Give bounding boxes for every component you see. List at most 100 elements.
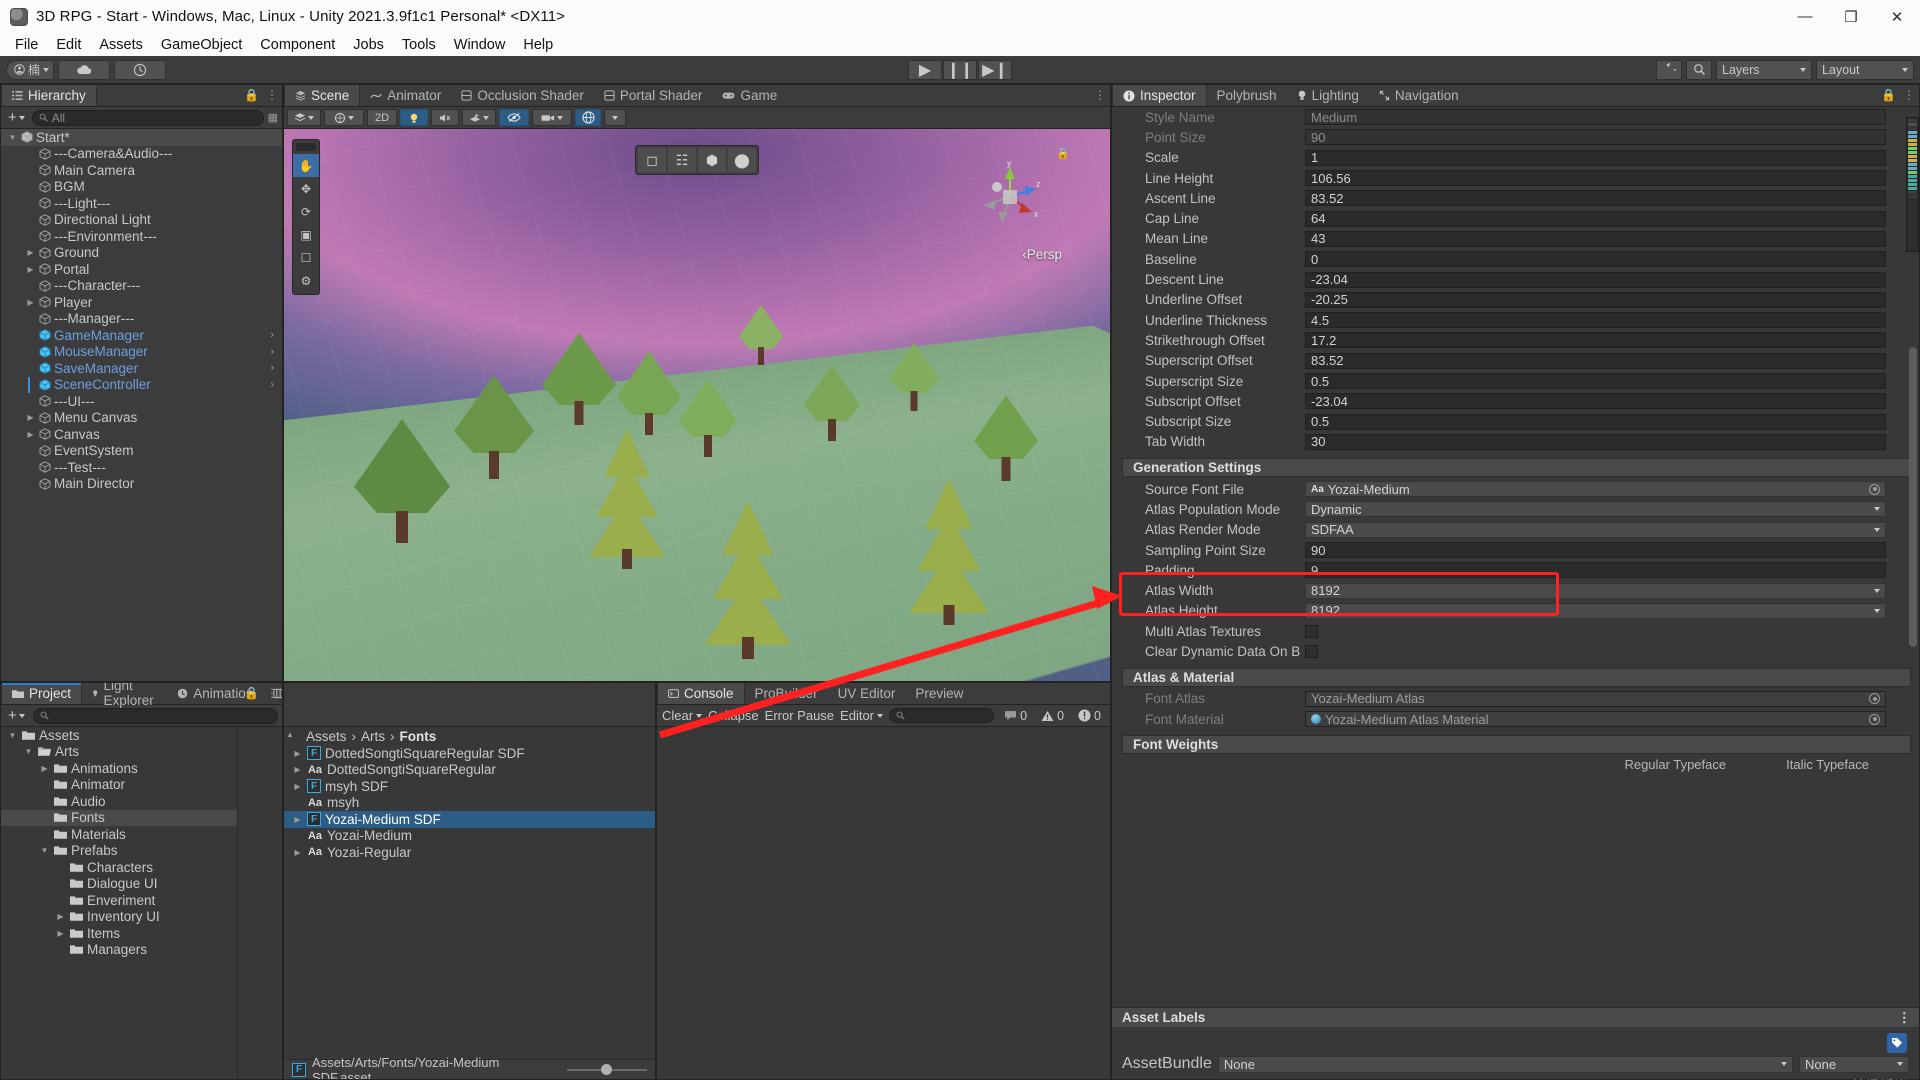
hierarchy-item-eventsystem[interactable]: EventSystem: [1, 443, 282, 460]
disclosure-triangle-icon[interactable]: ▶: [55, 912, 66, 921]
tab-game[interactable]: Game: [712, 85, 788, 106]
scene-visibility-toggle[interactable]: [499, 109, 529, 126]
hierarchy-item-canvas[interactable]: ▶ Canvas: [1, 426, 282, 443]
hierarchy-item-player[interactable]: ▶ Player: [1, 294, 282, 311]
asset-item[interactable]: Aa msyh: [284, 795, 655, 812]
hierarchy-item-maindirector[interactable]: Main Director: [1, 476, 282, 493]
property-dropdown[interactable]: 8192: [1305, 582, 1886, 599]
tab-console[interactable]: Console: [657, 683, 745, 704]
minimize-button[interactable]: —: [1782, 0, 1828, 33]
hierarchy-item-light[interactable]: ---Light---: [1, 195, 282, 212]
menu-file[interactable]: File: [6, 35, 47, 55]
hierarchy-item-mousemanager[interactable]: MouseManager ›: [1, 344, 282, 361]
cloud-button[interactable]: [58, 59, 111, 80]
box-icon[interactable]: ⬢: [698, 148, 726, 172]
property-value-field[interactable]: 30: [1305, 433, 1886, 450]
shape-icon[interactable]: ⬤: [728, 148, 756, 172]
menu-component[interactable]: Component: [251, 35, 344, 55]
disclosure-triangle-icon[interactable]: ▼: [23, 747, 34, 756]
object-picker-icon[interactable]: [1869, 713, 1880, 725]
lock-icon[interactable]: 🔒: [1881, 88, 1896, 102]
project-folder-animations[interactable]: ▶ Animations: [1, 760, 237, 777]
hierarchy-filter-icon[interactable]: ▦: [268, 111, 278, 124]
project-scroll-up-icon[interactable]: ▲: [284, 727, 296, 739]
close-button[interactable]: ✕: [1874, 0, 1920, 33]
console-clear-button[interactable]: Clear: [662, 708, 703, 723]
layers-dropdown[interactable]: Layers: [1716, 59, 1812, 80]
maximize-button[interactable]: ❐: [1828, 0, 1874, 33]
scene-gizmos-toggle[interactable]: [575, 109, 601, 126]
collab-button[interactable]: [114, 59, 167, 80]
disclosure-triangle-icon[interactable]: ▶: [39, 764, 50, 773]
hierarchy-item-manager[interactable]: ---Manager---: [1, 311, 282, 328]
disclosure-triangle-icon[interactable]: ▼: [7, 133, 18, 142]
hierarchy-item-ui[interactable]: ---UI---: [1, 393, 282, 410]
object-picker-icon[interactable]: [1869, 483, 1880, 495]
chevron-right-icon[interactable]: ›: [270, 346, 274, 358]
menu-jobs[interactable]: Jobs: [344, 35, 393, 55]
rect-tool-button[interactable]: ☐: [293, 246, 319, 269]
tool-palette-handle[interactable]: [296, 143, 316, 151]
scrollbar-thumb[interactable]: [1909, 347, 1917, 647]
object-field[interactable]: Yozai-Medium Atlas Material: [1305, 711, 1886, 728]
asset-item[interactable]: ▶ Aa Yozai-Regular: [284, 844, 655, 861]
scene-camera-button[interactable]: [532, 109, 572, 126]
atlas-material-header[interactable]: Atlas & Material: [1122, 667, 1911, 687]
chevron-right-icon[interactable]: ›: [270, 362, 274, 374]
disclosure-triangle-icon[interactable]: ▶: [25, 430, 36, 439]
disclosure-triangle-icon[interactable]: ▼: [7, 731, 18, 740]
scene-audio-toggle[interactable]: [431, 109, 459, 126]
scene-lighting-toggle[interactable]: [400, 109, 428, 126]
project-folder-inventoryui[interactable]: ▶ Inventory UI: [1, 909, 237, 926]
menu-gameobject[interactable]: GameObject: [152, 35, 251, 55]
disclosure-triangle-icon[interactable]: ▶: [25, 248, 36, 257]
console-editor-dropdown[interactable]: Editor: [840, 708, 884, 723]
project-folder-enveriment[interactable]: Enveriment: [1, 892, 237, 909]
property-value-field[interactable]: 9: [1305, 562, 1886, 579]
property-value-field[interactable]: 17.2: [1305, 332, 1886, 349]
project-folder-prefabs[interactable]: ▼ Prefabs: [1, 843, 237, 860]
object-picker-icon[interactable]: [1869, 693, 1880, 705]
project-folder-managers[interactable]: Managers: [1, 942, 237, 959]
disclosure-triangle-icon[interactable]: ▶: [25, 413, 36, 422]
project-folder-tree[interactable]: ▼ Assets ▼ Arts ▶ Animations Animator Audio Font…: [1, 727, 238, 1079]
hierarchy-item-menucanvas[interactable]: ▶ Menu Canvas: [1, 410, 282, 427]
disclosure-triangle-icon[interactable]: ▶: [55, 929, 66, 938]
project-folder-assets[interactable]: ▼ Assets: [1, 727, 237, 744]
kebab-menu-icon[interactable]: ⋮: [1903, 88, 1915, 102]
hierarchy-item-savemanager[interactable]: SaveManager ›: [1, 360, 282, 377]
hierarchy-item-cameraaudio[interactable]: ---Camera&Audio---: [1, 146, 282, 163]
scale-tool-button[interactable]: ▣: [293, 223, 319, 246]
kebab-menu-icon[interactable]: ⋮: [1094, 88, 1106, 102]
asset-item[interactable]: Aa Yozai-Medium: [284, 828, 655, 845]
hierarchy-item-portal[interactable]: ▶ Portal: [1, 261, 282, 278]
breadcrumb-fonts[interactable]: Fonts: [400, 729, 437, 744]
scene-perspective-label[interactable]: ‹Persp: [1022, 247, 1062, 262]
hierarchy-item-character[interactable]: ---Character---: [1, 278, 282, 295]
console-warning-count[interactable]: 0: [1037, 709, 1068, 723]
project-folder-dialogueui[interactable]: Dialogue UI: [1, 876, 237, 893]
tab-inspector[interactable]: Inspector: [1112, 85, 1207, 106]
disclosure-triangle-icon[interactable]: ▼: [39, 846, 50, 855]
tab-uv-editor[interactable]: UV Editor: [827, 683, 906, 704]
object-field[interactable]: Aa Yozai-Medium: [1305, 481, 1886, 498]
project-zoom-slider[interactable]: [567, 1064, 647, 1076]
checkbox[interactable]: [1305, 645, 1318, 659]
checkbox[interactable]: [1305, 624, 1318, 638]
disclosure-triangle-icon[interactable]: ▶: [25, 265, 36, 274]
inspector-scrollbar[interactable]: [1909, 107, 1917, 1007]
project-search-input[interactable]: [32, 707, 278, 724]
rotate-tool-button[interactable]: ⟳: [293, 200, 319, 223]
pause-button[interactable]: ❙❙: [943, 59, 977, 80]
tab-probuilder[interactable]: ProBuilder: [744, 683, 828, 704]
property-value-field[interactable]: Medium: [1305, 109, 1886, 126]
slider-knob[interactable]: [601, 1064, 612, 1075]
kebab-menu-icon[interactable]: ⋮: [1898, 1010, 1912, 1026]
project-asset-list[interactable]: ▶ F DottedSongtiSquareRegular SDF ▶ Aa Dotted…: [284, 745, 655, 1059]
tab-polybrush[interactable]: Polybrush: [1206, 85, 1287, 106]
kebab-menu-icon[interactable]: ⋮: [266, 686, 278, 700]
scene-2d-toggle[interactable]: 2D: [367, 109, 397, 126]
move-tool-button[interactable]: ✥: [293, 177, 319, 200]
property-value-field[interactable]: 4.5: [1305, 312, 1886, 329]
project-folder-characters[interactable]: Characters: [1, 859, 237, 876]
